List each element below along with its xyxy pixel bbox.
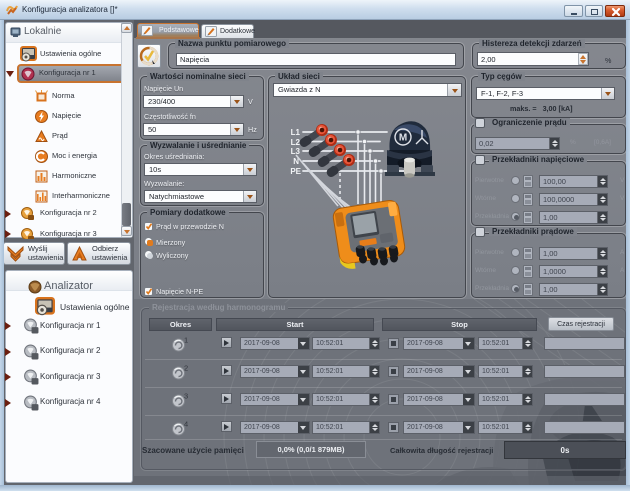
svg-text:M: M xyxy=(399,133,407,144)
svg-text:PE: PE xyxy=(290,167,301,176)
svg-text:3: 3 xyxy=(184,392,188,401)
svg-text:2: 2 xyxy=(184,364,188,373)
svg-text:L2: L2 xyxy=(291,138,301,147)
svg-text:L1: L1 xyxy=(291,128,301,137)
svg-text:L3: L3 xyxy=(291,147,301,156)
svg-text:4: 4 xyxy=(184,420,188,429)
svg-text:1: 1 xyxy=(184,336,188,345)
